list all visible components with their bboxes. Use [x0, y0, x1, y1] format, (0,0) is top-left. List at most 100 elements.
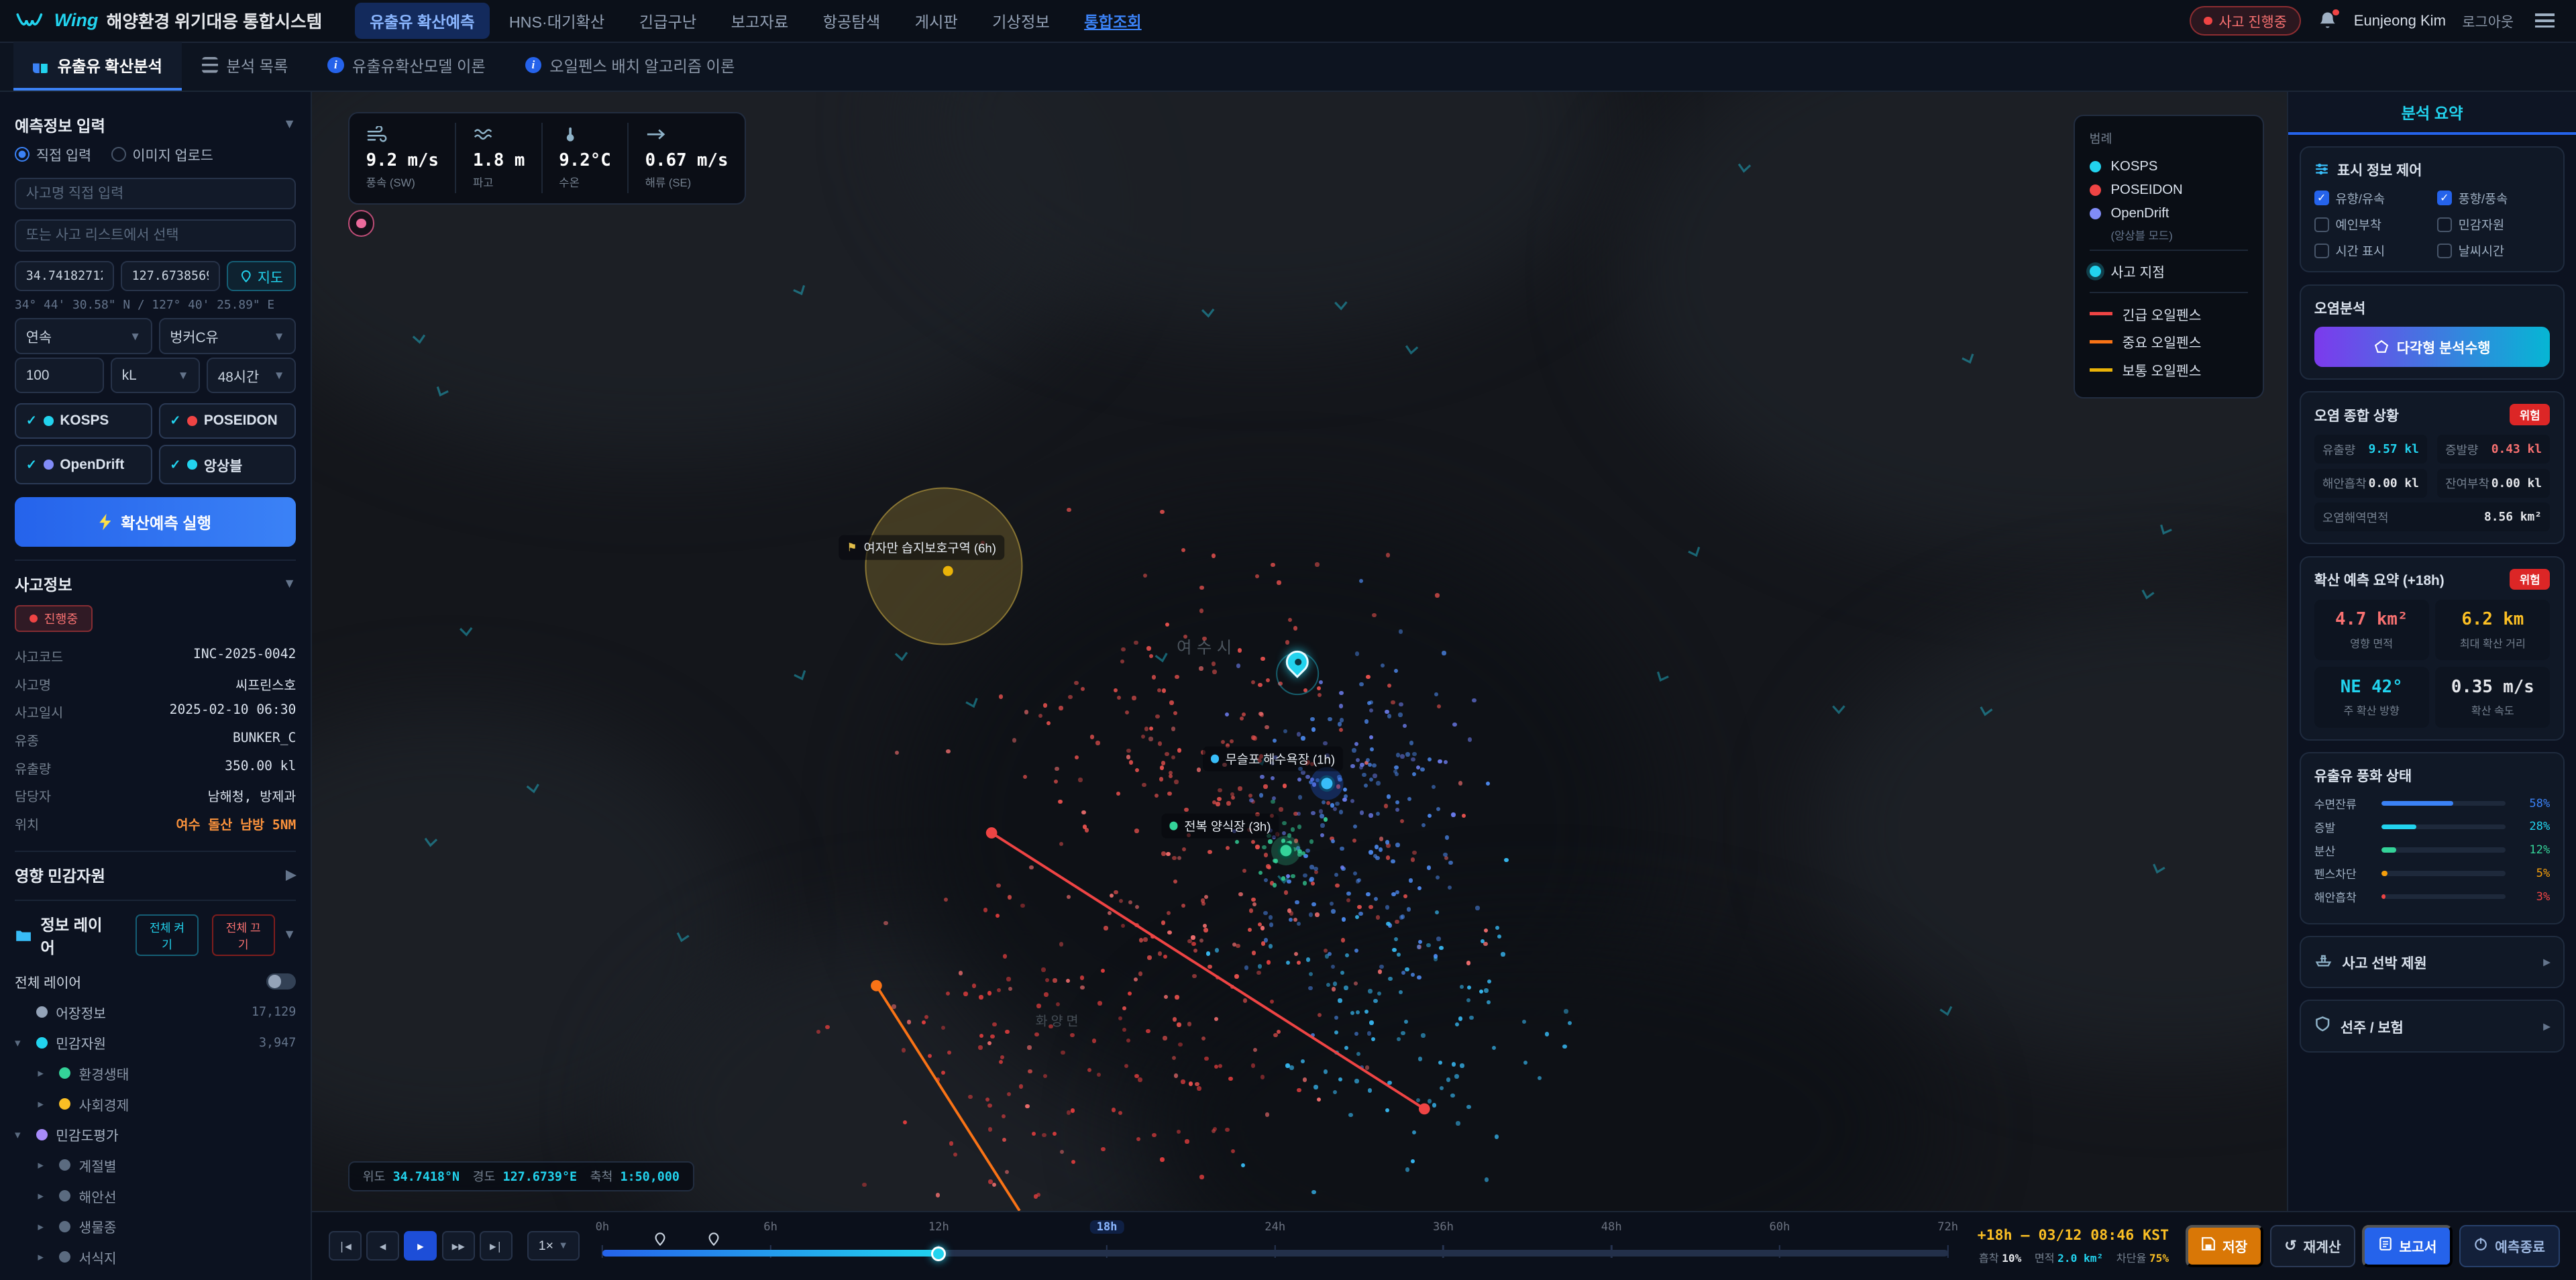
layer-row[interactable]: ▸계절별: [15, 1150, 296, 1181]
playback-speed-select[interactable]: 1× ▼: [527, 1231, 580, 1261]
skip-start-button[interactable]: |◀: [329, 1231, 362, 1261]
nav-item[interactable]: 게시판: [900, 3, 973, 39]
model-toggle-button[interactable]: ✓앙상블: [159, 445, 297, 484]
longitude-input[interactable]: [121, 261, 220, 291]
nav-item[interactable]: 기상정보: [977, 3, 1065, 39]
display-option-checkbox[interactable]: 예인부착: [2314, 215, 2427, 233]
chevron-icon[interactable]: ▸: [38, 1158, 51, 1172]
fast-forward-button[interactable]: ▶▶: [442, 1231, 475, 1261]
unit-select[interactable]: kL ▼: [111, 358, 200, 394]
user-name[interactable]: Eunjeong Kim: [2354, 12, 2446, 30]
display-option-checkbox[interactable]: ✓풍향/풍속: [2437, 189, 2550, 207]
예측종료-button[interactable]: 예측종료: [2459, 1225, 2560, 1267]
hamburger-menu-button[interactable]: [2530, 9, 2559, 32]
duration-select[interactable]: 48시간 ▼: [207, 358, 296, 394]
layers-all-off-button[interactable]: 전체 끄기: [212, 914, 275, 955]
basemap-toggle-button[interactable]: [348, 210, 374, 236]
run-prediction-button[interactable]: 확산예측 실행: [15, 497, 296, 546]
chevron-icon[interactable]: ▸: [38, 1220, 51, 1234]
layer-row[interactable]: ▸생물종: [15, 1211, 296, 1242]
incident-active-badge[interactable]: 사고 진행중: [2190, 6, 2302, 36]
display-option-checkbox[interactable]: 날씨시간: [2437, 242, 2550, 260]
step-back-button[interactable]: ◀: [366, 1231, 399, 1261]
layer-row[interactable]: 어장정보17,129: [15, 997, 296, 1028]
collapsible-section[interactable]: 선주 / 보험▸: [2300, 1000, 2565, 1053]
analysis-summary-tab[interactable]: 분석 요약: [2288, 92, 2576, 135]
layers-all-on-button[interactable]: 전체 켜기: [136, 914, 199, 955]
nav-item[interactable]: HNS·대기확산: [494, 3, 619, 39]
app-logo[interactable]: Wing 해양환경 위기대응 통합시스템: [16, 8, 322, 33]
layers-section-header[interactable]: 정보 레이어 전체 켜기 전체 끄기 ▼: [15, 912, 296, 958]
prediction-section-header[interactable]: 예측정보 입력 ▼: [15, 113, 296, 136]
model-toggle-button[interactable]: ✓KOSPS: [15, 403, 152, 438]
chevron-icon[interactable]: ▸: [38, 1097, 51, 1111]
incident-name-input[interactable]: [15, 178, 296, 210]
tab[interactable]: 유출유 확산분석: [13, 42, 182, 91]
nav-item[interactable]: 보고자료: [716, 3, 804, 39]
radio-image-upload[interactable]: 이미지 업로드: [111, 144, 213, 164]
timeline-track-area[interactable]: 0h6h12h18h24h36h48h60h72h: [602, 1212, 1948, 1280]
oil-fence-line[interactable]: [991, 833, 1424, 1109]
timeline-tick[interactable]: 18h: [1090, 1220, 1124, 1234]
oil-fence-line[interactable]: [877, 985, 1020, 1211]
chevron-icon[interactable]: ▾: [15, 1128, 28, 1142]
nav-item[interactable]: 항공탐색: [808, 3, 896, 39]
layer-row[interactable]: ▸환경생태: [15, 1058, 296, 1089]
fence-endpoint-dot[interactable]: [871, 980, 882, 992]
nav-item[interactable]: 긴급구난: [625, 3, 712, 39]
timeline-tick[interactable]: 48h: [1601, 1220, 1622, 1234]
play-button[interactable]: ▶: [404, 1231, 437, 1261]
model-toggle-button[interactable]: ✓OpenDrift: [15, 445, 152, 484]
fence-deploy-marker[interactable]: [708, 1232, 720, 1251]
chevron-icon[interactable]: ▸: [38, 1250, 51, 1264]
pick-on-map-button[interactable]: 지도: [227, 261, 296, 291]
map-canvas[interactable]: 여수시 화양면 ⚑ 여자만 습지보호구역 (6h): [312, 92, 2287, 1211]
timeline-track[interactable]: [602, 1250, 1948, 1257]
skip-end-button[interactable]: ▶|: [480, 1231, 513, 1261]
display-option-checkbox[interactable]: 시간 표시: [2314, 242, 2427, 260]
radio-direct-input[interactable]: 직접 입력: [15, 144, 91, 164]
fence-endpoint-dot[interactable]: [986, 827, 998, 839]
beach-label[interactable]: 무슬포 해수욕장 (1h): [1203, 747, 1344, 771]
farm-label[interactable]: 전복 양식장 (3h): [1161, 814, 1279, 839]
fence-deploy-marker[interactable]: [655, 1232, 666, 1251]
timeline-tick[interactable]: 72h: [1937, 1220, 1958, 1234]
timeline-tick[interactable]: 0h: [596, 1220, 610, 1234]
layer-row[interactable]: ▸보호지역: [15, 1273, 296, 1280]
layer-master-toggle[interactable]: [266, 973, 296, 990]
logout-button[interactable]: 로그아웃: [2462, 11, 2514, 31]
display-option-checkbox[interactable]: 민감자원: [2437, 215, 2550, 233]
layer-row[interactable]: ▾민감자원3,947: [15, 1027, 296, 1058]
layer-row[interactable]: ▸해안선: [15, 1181, 296, 1212]
chevron-icon[interactable]: ▸: [38, 1189, 51, 1203]
저장-button[interactable]: 저장: [2186, 1225, 2263, 1267]
재계산-button[interactable]: ↺재계산: [2270, 1225, 2355, 1267]
timeline-tick[interactable]: 36h: [1433, 1220, 1454, 1234]
incident-list-input[interactable]: [15, 219, 296, 252]
protected-area-label[interactable]: ⚑ 여자만 습지보호구역 (6h): [839, 535, 1004, 560]
layer-row[interactable]: ▸서식지: [15, 1242, 296, 1273]
fence-endpoint-dot[interactable]: [1419, 1104, 1430, 1115]
tab[interactable]: 분석 목록: [182, 42, 308, 91]
model-toggle-button[interactable]: ✓POSEIDON: [159, 403, 297, 438]
chevron-icon[interactable]: ▾: [15, 1036, 28, 1050]
collapsible-section[interactable]: 사고 선박 제원▸: [2300, 936, 2565, 988]
nav-item[interactable]: 통합조회: [1069, 3, 1157, 39]
보고서-button[interactable]: 보고서: [2362, 1225, 2453, 1267]
timeline-tick[interactable]: 60h: [1769, 1220, 1790, 1234]
timeline-handle[interactable]: [931, 1246, 946, 1261]
timeline-tick[interactable]: 24h: [1265, 1220, 1285, 1234]
notifications-button[interactable]: [2318, 11, 2337, 30]
spill-type-select[interactable]: 연속 ▼: [15, 318, 152, 354]
display-option-checkbox[interactable]: ✓유향/유속: [2314, 189, 2427, 207]
layer-row[interactable]: ▾민감도평가: [15, 1119, 296, 1150]
tab[interactable]: i오일펜스 배치 알고리즘 이론: [505, 42, 755, 91]
layer-master-row[interactable]: 전체 레이어: [15, 966, 296, 997]
oil-type-select[interactable]: 벙커C유 ▼: [159, 318, 297, 354]
tab[interactable]: i유출유확산모델 이론: [308, 42, 505, 91]
chevron-icon[interactable]: ▸: [38, 1066, 51, 1080]
polygon-analysis-button[interactable]: 다각형 분석수행: [2314, 327, 2551, 366]
layer-row[interactable]: ▸사회경제: [15, 1089, 296, 1120]
nav-item[interactable]: 유출유 확산예측: [355, 3, 489, 39]
amount-input[interactable]: [15, 358, 104, 394]
